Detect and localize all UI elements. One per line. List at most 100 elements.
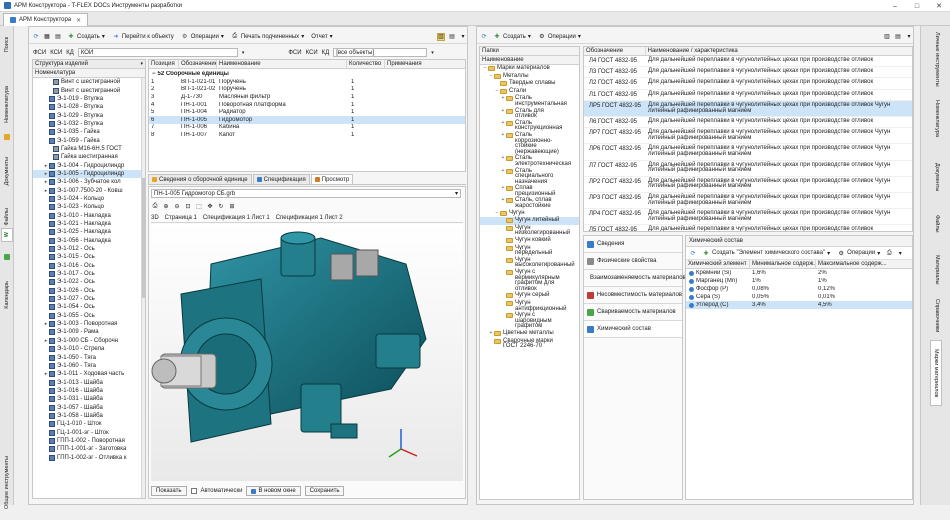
viewer-tab-spec2[interactable]: Спецификация 1 Лист 2 xyxy=(276,215,343,221)
tree-item[interactable]: ГЦ-1-010 - Шток xyxy=(33,420,145,428)
tab-specification[interactable]: Спецификация xyxy=(252,174,310,184)
folder-item[interactable]: + Сталь конструкционная xyxy=(480,120,579,132)
tree-item[interactable]: Э-1-026 - Ось xyxy=(33,287,145,295)
tree-item[interactable]: Э-1-024 - Кольцо xyxy=(33,195,145,203)
right-tab-references[interactable]: Справочники xyxy=(931,296,943,336)
tree-scrollbar[interactable] xyxy=(141,78,145,498)
tree-item[interactable]: Э-1-058 - Шайба xyxy=(33,412,145,420)
tree-item[interactable]: Э-1-056 - Накладка xyxy=(33,237,145,245)
spec-group-row[interactable]: −52 Сборочные единицы xyxy=(149,69,465,78)
folder-item[interactable]: Твердые сплавы xyxy=(480,80,579,88)
right-tab-materials[interactable]: Материалы xyxy=(931,248,943,292)
tree-item[interactable]: Э-1-016 - Ось xyxy=(33,262,145,270)
tree-item[interactable]: Э-1-028 - Втулка xyxy=(33,103,145,111)
spec-row[interactable]: 4 ПН-1-001 Поворотная платформа 1 xyxy=(149,101,465,109)
tree-item[interactable]: ГПП-1-002-эг - Отливка к xyxy=(33,453,145,461)
folder-item[interactable]: + Сплав прецизионный xyxy=(480,185,579,197)
folder-item[interactable]: + Сталь для отливок xyxy=(480,108,579,120)
spec-row[interactable]: 3 Д-1-730 Масляный фильтр 1 xyxy=(149,93,465,101)
folder-item[interactable]: Чугун антифрикционный xyxy=(480,300,579,312)
tree-item[interactable]: Э-1-023 - Кольцо xyxy=(33,203,145,211)
new-window-button[interactable]: В новом окне xyxy=(246,486,301,496)
folder-item[interactable]: Чугун литейный xyxy=(480,217,579,225)
minimize-button[interactable]: – xyxy=(884,0,906,12)
goto-object-button[interactable]: ➜ Перейти к объекту xyxy=(110,31,176,42)
tree-item[interactable]: Э-1-057 - Шайба xyxy=(33,403,145,411)
settings-icon[interactable]: ▤ xyxy=(448,33,456,41)
tree-item[interactable]: ГПП-1-001-эг - Заготовка xyxy=(33,445,145,453)
folder-item[interactable]: Чугун с вермикулярным графитом для отлив… xyxy=(480,269,579,292)
tree-item[interactable]: Э-1-012 - Ось xyxy=(33,245,145,253)
filter-kd-2[interactable]: КД xyxy=(322,50,330,56)
property-tab[interactable]: Сведения xyxy=(584,236,682,253)
folder-item[interactable]: Чугун серый xyxy=(480,292,579,300)
folder-item[interactable]: Чугун низколегированный xyxy=(480,225,579,237)
filter-icon[interactable]: ▤ xyxy=(894,33,902,41)
tree-item[interactable]: Э-1-059 - Гайка xyxy=(33,136,145,144)
right-tab-nomenclature[interactable]: Номенклатура xyxy=(931,90,943,146)
right-tab-personal-tools[interactable]: Личные инструменты xyxy=(931,32,943,87)
folder-item[interactable]: + Сталь инструментальная xyxy=(480,95,579,107)
left-tab-search[interactable]: Поиск xyxy=(1,30,13,60)
spec-row[interactable]: 2 ВП-1-021-02 Поручень 1 xyxy=(149,86,465,94)
tree-item[interactable]: Э-1-050 - Тяга xyxy=(33,353,145,361)
more-icon[interactable]: ▾ xyxy=(459,33,467,41)
right-tab-files[interactable]: Файлы xyxy=(931,206,943,242)
tree-item[interactable]: ▸ Э-1-004 - Гидроцилиндр xyxy=(33,161,145,169)
material-row[interactable]: Л1 ГОСТ 4832-95 Для дальнейшей переплавки… xyxy=(584,90,912,101)
tree-item[interactable]: Э-1-032 - Втулка xyxy=(33,120,145,128)
maximize-button[interactable]: □ xyxy=(906,0,928,12)
spec-row[interactable]: 6 ПН-1-005 Гидромотор 1 xyxy=(149,115,465,124)
tree-item[interactable]: Э-1-022 - Ось xyxy=(33,278,145,286)
folder-item[interactable]: + Сталь коррозионно-стойкие (нержавеющие) xyxy=(480,132,579,155)
folder-item[interactable]: + Сталь, сплав жаростойкие xyxy=(480,197,579,209)
refresh-icon[interactable]: ⟳ xyxy=(480,33,488,41)
material-row[interactable]: Л4 ГОСТ 4832-95 Для дальнейшей переплавки… xyxy=(584,56,912,68)
tree-item[interactable]: Э-1-025 - Накладка xyxy=(33,228,145,236)
object-filter-dropdown-icon[interactable]: ▾ xyxy=(431,50,434,56)
material-row[interactable]: ЛР2 ГОСТ 4832-95 Для дальнейшей переплавк… xyxy=(584,177,912,193)
right-tab-material-grades[interactable]: Марки материалов xyxy=(930,340,942,406)
right-tab-documents[interactable]: Документы xyxy=(931,154,943,200)
print-preview-icon[interactable]: ⎙ xyxy=(151,202,159,210)
tree-item[interactable]: Э-1-021 - Накладка xyxy=(33,220,145,228)
material-row[interactable]: Л2 ГОСТ 4832-95 Для дальнейшей переплавки… xyxy=(584,78,912,90)
create-material-button[interactable]: ✚ Создать ▾ xyxy=(491,31,533,42)
tree-item[interactable]: Гайка М16-6Н.5 ГОСТ xyxy=(33,145,145,153)
material-row[interactable]: ЛР7 ГОСТ 4832-95 Для дальнейшей переплавк… xyxy=(584,128,912,145)
more-icon[interactable]: ▾ xyxy=(896,249,904,257)
green-tool-icon[interactable] xyxy=(1,248,13,266)
object-filter-select[interactable]: [все объекты] xyxy=(333,48,428,57)
spec-row[interactable]: 1 ВП-1-021-01 Поручень 1 xyxy=(149,78,465,86)
zoom-out-icon[interactable]: ⊖ xyxy=(173,202,181,210)
tab-preview[interactable]: Просмотр xyxy=(310,174,354,184)
tree-item[interactable]: ГПП-1-002 - Поворотная xyxy=(33,437,145,445)
tree-item[interactable]: Винт с шестигранной xyxy=(33,78,145,86)
tree-item[interactable]: ▸ Э-1-005 - Гидроцилиндр xyxy=(33,169,145,179)
rotate-icon[interactable]: ↻ xyxy=(217,202,225,210)
spec-row[interactable]: 7 ПН-1-006 Кабина 1 xyxy=(149,124,465,132)
report-button[interactable]: Отчет ▾ xyxy=(309,31,334,42)
tree-item[interactable]: ГЦ-1-001-эг - Шток xyxy=(33,428,145,436)
measure-icon[interactable]: ⊞ xyxy=(228,202,236,210)
filter-kd[interactable]: КД xyxy=(66,50,74,56)
tree-item[interactable]: Э-1-010 - Стрела xyxy=(33,345,145,353)
chem-row[interactable]: Углерод (C) 3,4% 4,5% xyxy=(686,301,912,309)
pan-icon[interactable]: ✥ xyxy=(206,202,214,210)
left-tab-documents[interactable]: Документы xyxy=(1,146,13,196)
filter-ksi[interactable]: КСИ xyxy=(50,50,62,56)
property-tab[interactable]: Физические свойства xyxy=(584,253,682,270)
document-tab[interactable]: АРМ Конструктора ✕ xyxy=(3,13,89,26)
tree-item[interactable]: Винт с шестигранной xyxy=(33,86,145,94)
chem-row[interactable]: Кремний (Si) 1,6% 2% xyxy=(686,269,912,277)
filter-fsi-2[interactable]: ФСИ xyxy=(288,50,301,56)
folder-item[interactable]: Сварочные марки ГОСТ 2246-70 xyxy=(480,338,579,350)
refresh-icon[interactable]: ⟳ xyxy=(689,249,697,257)
left-tab-w[interactable]: W xyxy=(1,228,13,242)
zoom-window-icon[interactable]: ⬚ xyxy=(195,202,203,210)
show-button[interactable]: Показать xyxy=(151,486,187,496)
close-button[interactable]: ✕ xyxy=(928,0,950,12)
spec-row[interactable]: 5 ПН-1-004 Радиатор 1 xyxy=(149,108,465,116)
3d-viewport[interactable] xyxy=(151,224,463,481)
operations-button[interactable]: ⚙ Операции ▾ xyxy=(179,31,226,42)
